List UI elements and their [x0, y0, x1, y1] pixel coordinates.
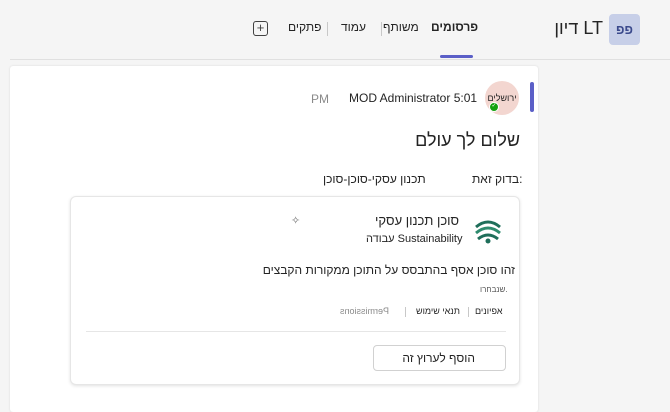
presence-available-icon: ✓ — [489, 102, 499, 112]
tab-divider — [327, 22, 328, 36]
active-tab-indicator — [440, 55, 473, 58]
tab-notes[interactable]: פתקים — [288, 20, 321, 34]
post-accent-bar — [530, 82, 534, 112]
agent-name: סוכן תכנון עסקי — [375, 213, 460, 228]
tab-page[interactable]: עמוד — [341, 20, 366, 34]
tab-posts[interactable]: פרסומים — [431, 20, 478, 34]
tab-shared[interactable]: משותף — [383, 20, 419, 34]
add-to-channel-button[interactable]: הוסף לערוץ זה — [373, 345, 506, 371]
post-time: PM — [311, 92, 329, 106]
check-link[interactable]: תכנון עסקי-סוכן-סוכן — [323, 172, 426, 186]
selected-note: שנבחרו. — [480, 285, 508, 294]
agent-department: עבודה Sustainability — [366, 233, 463, 245]
team-name[interactable]: דיון LT — [545, 18, 603, 39]
agent-description: זהו סוכן אסף בהתבסס על התוכן ממקורות הקב… — [262, 263, 515, 277]
terms-of-use-link[interactable]: תנאי שימוש — [416, 306, 460, 316]
add-tab-icon[interactable]: + — [253, 21, 268, 36]
tag-divider — [405, 307, 406, 317]
permissions-link[interactable]: Permissions — [340, 306, 389, 316]
tab-divider — [381, 22, 382, 36]
team-header: פפ דיון LT פרסומים משותף עמוד פתקים + — [0, 0, 670, 60]
features-link[interactable]: אפיונים — [475, 306, 503, 316]
check-label: בדוק זאת: — [472, 172, 523, 186]
post-author[interactable]: MOD Administrator 5:01 — [349, 91, 477, 105]
post-title: שלום לך עולם — [415, 130, 520, 150]
team-avatar[interactable]: פפ — [609, 14, 640, 45]
card-divider — [86, 331, 506, 332]
agent-logo-icon — [472, 214, 504, 246]
tag-divider — [468, 307, 469, 317]
pin-icon[interactable]: ✧ — [291, 214, 305, 228]
side-panel — [538, 60, 670, 412]
